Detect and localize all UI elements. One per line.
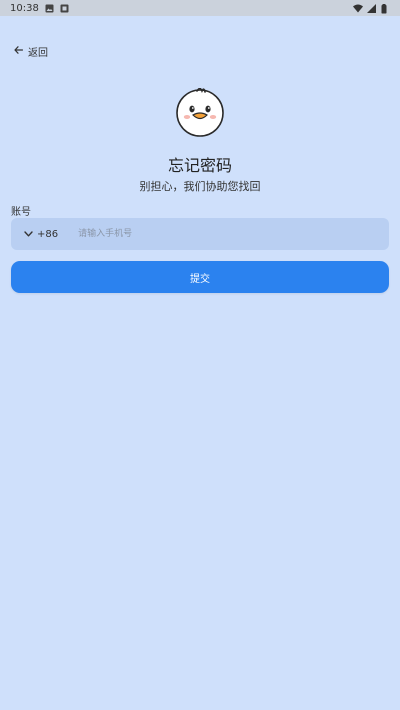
back-button[interactable]: 返回 xyxy=(14,44,48,59)
status-bar-right xyxy=(353,3,390,13)
duck-mascot-icon xyxy=(175,87,225,138)
phone-field: +86 xyxy=(11,217,389,251)
page-title: 忘记密码 xyxy=(167,156,232,175)
chevron-down-icon xyxy=(24,229,33,240)
country-code: +86 xyxy=(37,228,59,240)
wifi-icon xyxy=(353,4,363,13)
status-time: 10:38 xyxy=(10,2,39,14)
page-subtitle: 别担心，我们协助您找回 xyxy=(139,180,261,193)
country-code-selector[interactable]: +86 xyxy=(24,229,58,240)
signal-icon xyxy=(367,3,376,13)
battery-icon xyxy=(381,3,390,13)
image-icon xyxy=(45,4,54,13)
submit-button[interactable]: 提交 xyxy=(11,261,389,293)
phone-input[interactable] xyxy=(76,217,389,251)
back-label: 返回 xyxy=(28,48,48,59)
account-label: 账号 xyxy=(11,207,31,218)
arrow-left-icon xyxy=(14,46,24,57)
status-bar-left: 10:38 xyxy=(10,3,69,14)
notification-icon xyxy=(60,4,69,13)
status-bar: 10:38 xyxy=(0,0,400,16)
